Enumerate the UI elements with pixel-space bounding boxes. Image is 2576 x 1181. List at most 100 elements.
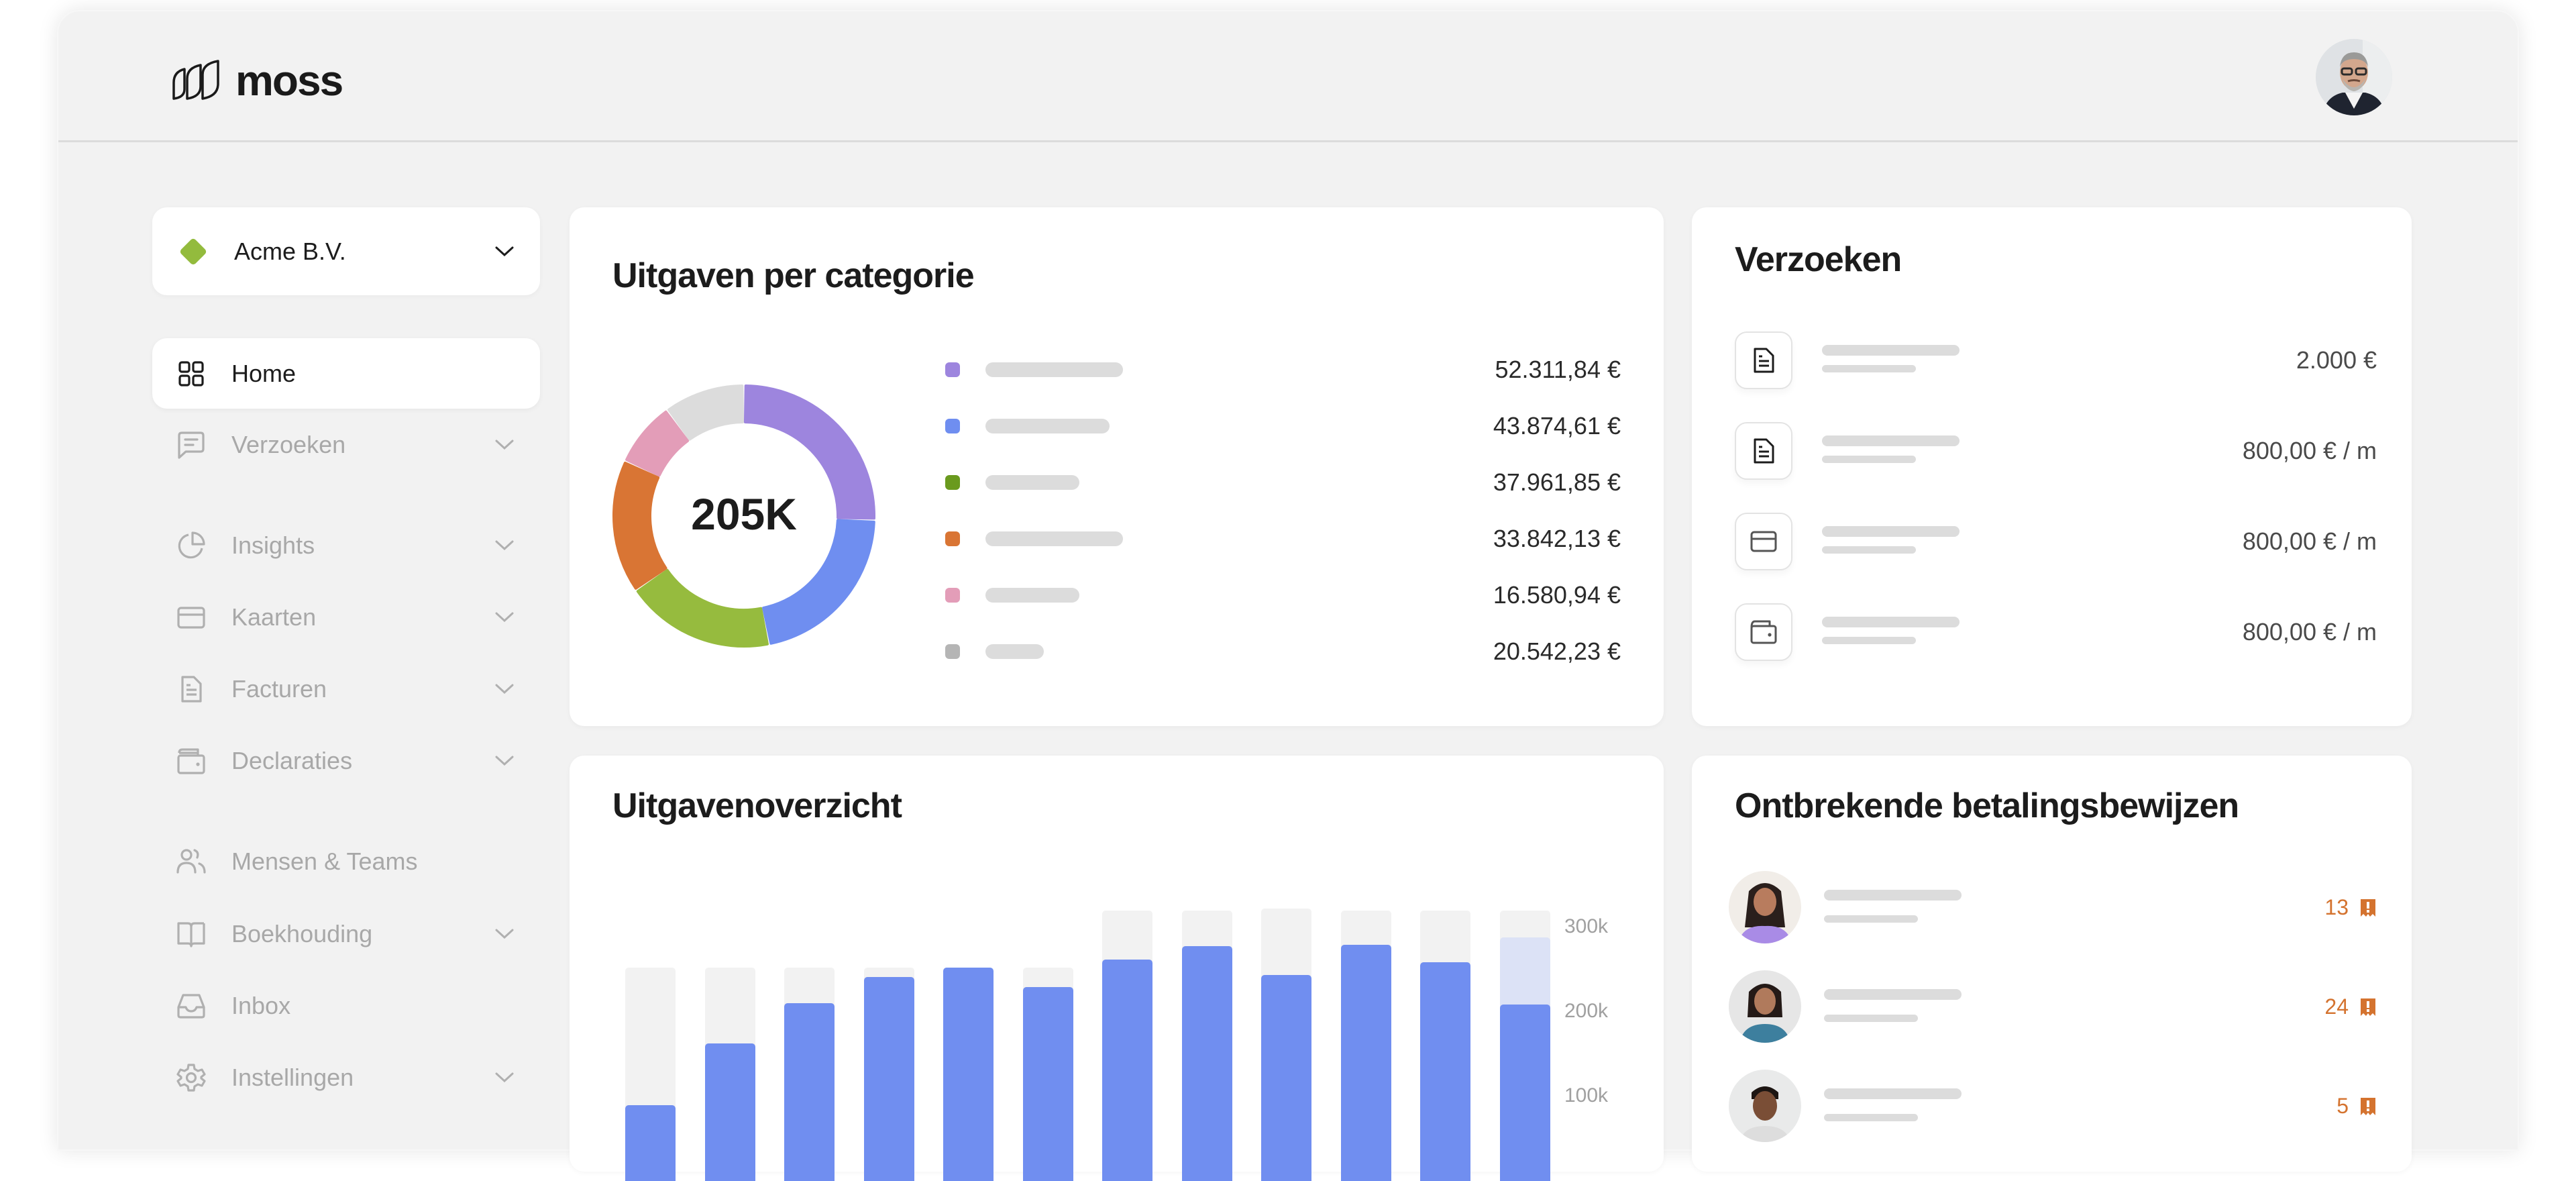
sidebar-item-inbox[interactable]: Inbox <box>152 970 540 1041</box>
chevron-down-icon <box>495 540 514 550</box>
legend-item[interactable]: 16.580,94 € <box>570 581 1664 609</box>
app-window: moss Acme B.V. Home Verzoeken Insights K… <box>57 10 2519 1181</box>
logo-text: moss <box>235 56 343 105</box>
sidebar-item-label: Home <box>231 359 297 387</box>
pie-chart-icon <box>176 531 206 560</box>
sidebar-item-home[interactable]: Home <box>152 338 540 409</box>
sidebar-item-declaraties[interactable]: Declaraties <box>152 725 540 796</box>
user-avatar[interactable] <box>2316 39 2392 115</box>
chevron-down-icon <box>495 1072 514 1082</box>
chevron-down-icon <box>495 684 514 694</box>
overview-title: Uitgavenoverzicht <box>612 786 902 825</box>
legend-item[interactable]: 33.842,13 € <box>570 525 1664 552</box>
placeholder-line <box>1822 435 1960 446</box>
legend-color-dot <box>945 531 960 546</box>
document-icon <box>176 674 206 704</box>
chevron-down-icon <box>495 929 514 939</box>
request-item[interactable]: 2.000 € <box>1735 331 2377 392</box>
missing-receipt-item[interactable]: 24 <box>1729 970 2377 1044</box>
request-item[interactable]: 800,00 € / m <box>1735 603 2377 664</box>
y-axis-tick-label: 100k <box>1564 1084 1609 1107</box>
legend-color-dot <box>945 475 960 490</box>
sidebar-item-label: Inbox <box>231 991 291 1019</box>
legend-label-placeholder <box>985 475 1079 490</box>
sidebar-item-label: Mensen & Teams <box>231 847 418 875</box>
placeholder-line <box>1822 637 1916 644</box>
legend-item[interactable]: 37.961,85 € <box>570 468 1664 496</box>
overview-card: Uitgavenoverzicht 100k 200k 300k <box>570 756 1664 1181</box>
wallet-icon <box>176 746 206 776</box>
placeholder-line <box>1824 1114 1918 1121</box>
request-amount: 2.000 € <box>2296 346 2377 374</box>
request-amount: 800,00 € / m <box>2242 437 2377 464</box>
placeholder-line <box>1824 915 1918 923</box>
legend-value: 16.580,94 € <box>1493 581 1621 609</box>
legend-item[interactable]: 43.874,61 € <box>570 412 1664 440</box>
placeholder-line <box>1822 617 1960 627</box>
document-icon <box>1735 422 1792 480</box>
receipt-alert-icon <box>2361 998 2375 1016</box>
legend-color-dot <box>945 588 960 603</box>
sidebar-item-instellingen[interactable]: Instellingen <box>152 1042 540 1113</box>
placeholder-line <box>1822 365 1916 372</box>
y-axis-tick-label: 300k <box>1564 915 1609 937</box>
missing-count-value: 13 <box>2324 895 2349 919</box>
sidebar-item-label: Kaarten <box>231 603 317 631</box>
sidebar-item-insights[interactable]: Insights <box>152 510 540 580</box>
legend-item[interactable]: 20.542,23 € <box>570 637 1664 665</box>
legend-color-dot <box>945 419 960 433</box>
bar-spent <box>943 968 994 1181</box>
legend-label-placeholder <box>985 588 1079 603</box>
book-icon <box>176 919 206 949</box>
sidebar-item-label: Insights <box>231 531 315 559</box>
missing-receipt-item[interactable]: 5 <box>1729 1070 2377 1143</box>
sidebar-item-verzoeken[interactable]: Verzoeken <box>152 409 540 480</box>
bar-spent <box>1102 959 1152 1181</box>
legend-color-dot <box>945 644 960 659</box>
sidebar-item-label: Verzoeken <box>231 430 346 458</box>
request-item[interactable]: 800,00 € / m <box>1735 422 2377 482</box>
categories-card: Uitgaven per categorie 205K 52.311,84 €4… <box>570 207 1664 726</box>
legend-item[interactable]: 52.311,84 € <box>570 356 1664 383</box>
credit-card-icon <box>1735 513 1792 570</box>
request-amount: 800,00 € / m <box>2242 527 2377 555</box>
gear-icon <box>176 1063 206 1092</box>
request-amount: 800,00 € / m <box>2242 618 2377 646</box>
placeholder-line <box>1824 890 1962 901</box>
missing-count-value: 24 <box>2324 994 2349 1019</box>
bar-spent <box>1261 974 1311 1181</box>
request-item[interactable]: 800,00 € / m <box>1735 513 2377 573</box>
placeholder-line <box>1822 345 1960 356</box>
chevron-down-icon <box>495 612 514 622</box>
missing-receipt-item[interactable]: 13 <box>1729 871 2377 945</box>
person-avatar <box>1729 871 1801 943</box>
missing-receipts-title: Ontbrekende betalingsbewijzen <box>1735 786 2239 825</box>
legend-value: 37.961,85 € <box>1493 468 1621 496</box>
legend-label-placeholder <box>985 644 1044 659</box>
sidebar-item-kaarten[interactable]: Kaarten <box>152 582 540 652</box>
sidebar-item-label: Boekhouding <box>231 919 373 947</box>
message-square-icon <box>176 430 206 460</box>
bar-spent <box>784 1003 835 1181</box>
legend-value: 33.842,13 € <box>1493 525 1621 552</box>
sidebar-item-facturen[interactable]: Facturen <box>152 654 540 724</box>
company-switcher[interactable]: Acme B.V. <box>152 207 540 295</box>
chevron-down-icon <box>495 440 514 450</box>
missing-count-value: 5 <box>2337 1094 2349 1118</box>
legend-label-placeholder <box>985 362 1123 377</box>
sidebar-item-mensen-teams[interactable]: Mensen & Teams <box>152 826 540 896</box>
requests-title: Verzoeken <box>1735 240 1902 279</box>
y-axis-tick-label: 200k <box>1564 1000 1609 1022</box>
legend-value: 20.542,23 € <box>1493 637 1621 665</box>
moss-logo[interactable]: moss <box>171 56 343 105</box>
bar-spent <box>704 1043 755 1181</box>
sidebar-item-boekhouding[interactable]: Boekhouding <box>152 898 540 969</box>
legend-label-placeholder <box>985 531 1123 546</box>
company-name: Acme B.V. <box>234 237 346 265</box>
company-color-icon <box>178 237 208 266</box>
credit-card-icon <box>176 603 206 632</box>
legend-color-dot <box>945 362 960 377</box>
sidebar-item-label: Facturen <box>231 674 327 703</box>
person-avatar <box>1729 1070 1801 1142</box>
placeholder-line <box>1822 546 1916 554</box>
